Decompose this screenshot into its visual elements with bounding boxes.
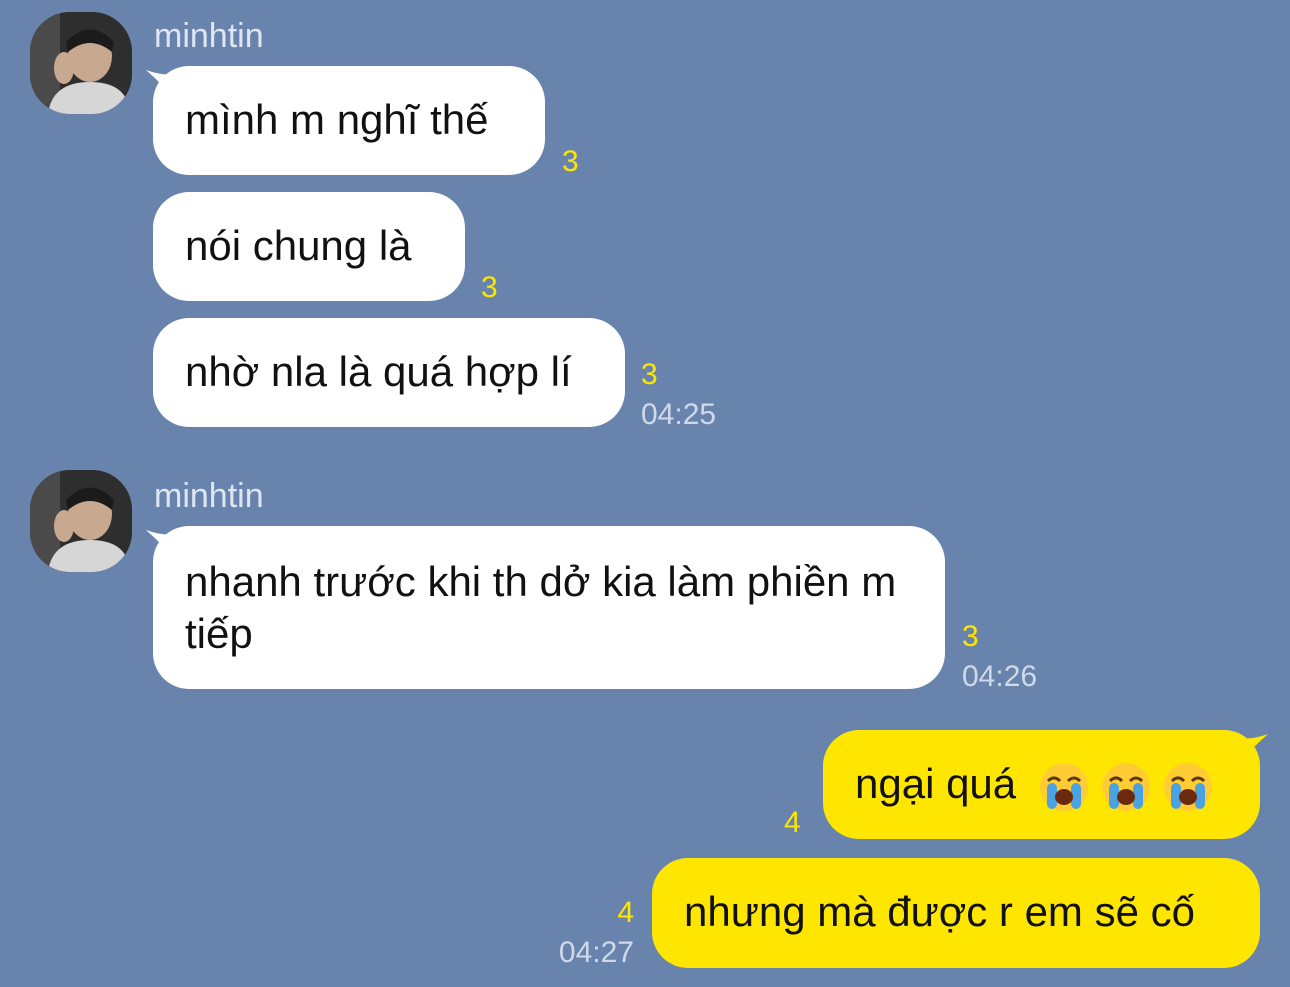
message-time: 04:25 bbox=[641, 398, 717, 431]
message-meta: 4 04:27 bbox=[520, 896, 634, 970]
message-text: nhờ nla là quá hợp lí bbox=[185, 348, 572, 395]
read-count: 3 bbox=[481, 271, 498, 304]
message-meta: 3 bbox=[562, 145, 579, 179]
message-text: nhưng mà được r em sẽ cố bbox=[684, 888, 1195, 935]
message-bubble[interactable]: mình m nghĩ thế bbox=[153, 66, 545, 175]
message-time: 04:26 bbox=[962, 660, 1038, 693]
message-bubble[interactable]: nói chung là bbox=[153, 192, 465, 301]
sender-avatar[interactable] bbox=[30, 470, 132, 572]
message-text: nhanh trước khi th dở kia làm phiền m ti… bbox=[185, 558, 897, 657]
read-count: 4 bbox=[784, 806, 801, 839]
message-text: mình m nghĩ thế bbox=[185, 96, 489, 143]
message-text: ngại quá bbox=[855, 760, 1017, 807]
sender-avatar[interactable] bbox=[30, 12, 132, 114]
message-bubble[interactable]: nhờ nla là quá hợp lí bbox=[153, 318, 625, 427]
sender-name: minhtin bbox=[154, 17, 264, 55]
message-bubble[interactable]: ngại quá bbox=[823, 730, 1260, 839]
read-count: 3 bbox=[641, 358, 658, 391]
read-count: 3 bbox=[962, 620, 979, 653]
loudly-crying-face-icon bbox=[1039, 762, 1088, 811]
message-meta: 4 bbox=[784, 806, 801, 840]
loudly-crying-face-icon bbox=[1101, 762, 1150, 811]
message-meta: 3 bbox=[481, 271, 498, 305]
read-count: 3 bbox=[562, 145, 579, 178]
message-text: nói chung là bbox=[185, 222, 412, 269]
chat-thread: minhtin mình m nghĩ thế 3 nói chung là 3… bbox=[0, 0, 1290, 987]
avatar-photo-icon bbox=[30, 12, 132, 114]
loudly-crying-face-icon bbox=[1163, 762, 1212, 811]
message-meta: 3 04:25 bbox=[641, 358, 716, 432]
read-count: 4 bbox=[617, 896, 634, 929]
message-meta: 3 04:26 bbox=[962, 620, 1037, 694]
avatar-photo-icon bbox=[30, 470, 132, 572]
message-bubble[interactable]: nhanh trước khi th dở kia làm phiền m ti… bbox=[153, 526, 945, 689]
message-bubble[interactable]: nhưng mà được r em sẽ cố bbox=[652, 858, 1260, 968]
message-time: 04:27 bbox=[558, 936, 634, 969]
sender-name: minhtin bbox=[154, 477, 264, 515]
